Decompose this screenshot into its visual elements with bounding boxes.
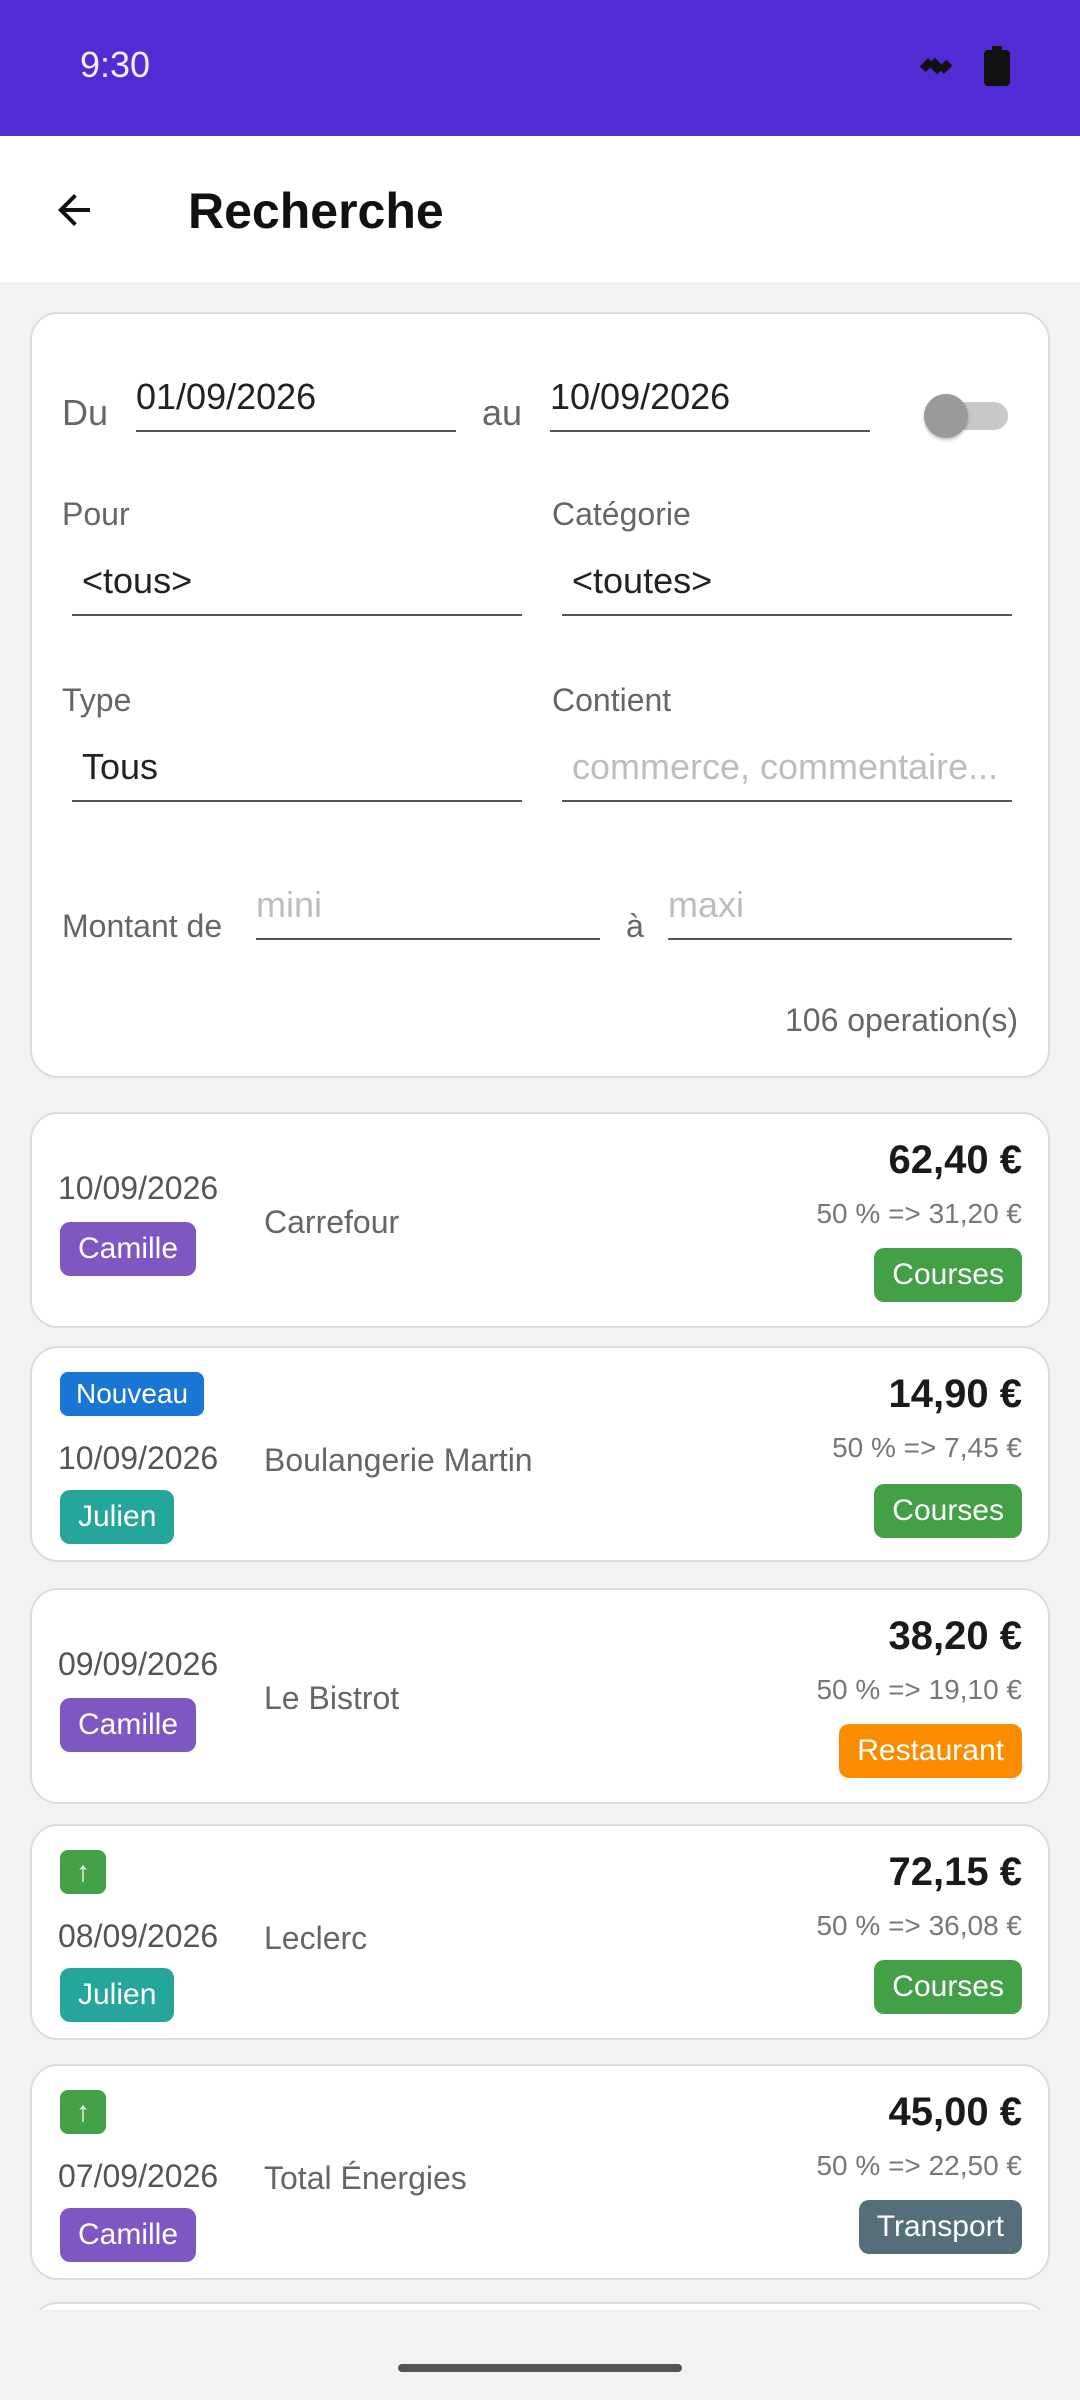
app-bar: Recherche (0, 136, 1080, 282)
category-badge: Courses (874, 1960, 1022, 2014)
category-badge: Transport (858, 2200, 1022, 2254)
operation-row[interactable]: Nouveau 10/09/2026 Julien Boulangerie Ma… (30, 1346, 1050, 1562)
operation-shop: Boulangerie Martin (264, 1442, 533, 1478)
person-badge: Camille (60, 1698, 197, 1752)
category-select[interactable]: <toutes> (562, 554, 1012, 616)
arrow-left-icon (58, 194, 90, 226)
status-time: 9:30 (80, 44, 151, 85)
operation-share: 50 % => 22,50 € (816, 2150, 1022, 2181)
for-label: Pour (62, 496, 130, 532)
operation-amount: 62,40 € (888, 1138, 1022, 1182)
operation-date: 07/09/2026 (58, 2158, 219, 2194)
operation-amount: 38,20 € (888, 1614, 1022, 1658)
operation-amount: 14,90 € (888, 1372, 1022, 1416)
to-label: au (482, 392, 523, 433)
operation-amount: 72,15 € (888, 1850, 1022, 1894)
amount-to-label: à (626, 908, 644, 944)
operation-row[interactable]: ↑ 08/09/2026 Julien Leclerc 72,15 € 50 %… (30, 1824, 1050, 2040)
category-label: Catégorie (552, 496, 691, 532)
amount-label: Montant de (62, 908, 223, 944)
operation-row[interactable]: ↑ 07/09/2026 Camille Total Énergies 45,0… (30, 2064, 1050, 2280)
person-badge: Camille (60, 1222, 197, 1276)
operation-row[interactable]: 10/09/2026 Camille Carrefour 62,40 € 50 … (30, 1112, 1050, 1328)
contains-label: Contient (552, 682, 672, 718)
battery-icon (984, 46, 1010, 91)
filters-card: Du 01/09/2026 au 10/09/2026 Pour <tous> … (30, 312, 1050, 1078)
operation-share: 50 % => 36,08 € (816, 1910, 1022, 1941)
operation-share: 50 % => 19,10 € (816, 1674, 1022, 1705)
operation-share: 50 % => 7,45 € (832, 1432, 1022, 1463)
up-arrow-icon: ↑ (60, 2090, 106, 2134)
amount-min-input[interactable]: mini (256, 878, 600, 940)
type-select[interactable]: Tous (72, 740, 522, 802)
operation-shop: Leclerc (264, 1920, 368, 1956)
date-filter-toggle[interactable] (910, 388, 1022, 442)
operation-shop: Le Bistrot (264, 1680, 400, 1716)
operation-date: 08/09/2026 (58, 1918, 219, 1954)
back-button[interactable] (44, 180, 104, 240)
category-badge: Courses (874, 1248, 1022, 1302)
for-select[interactable]: <tous> (72, 554, 522, 616)
person-badge: Julien (60, 1490, 175, 1544)
home-indicator[interactable] (398, 2364, 682, 2372)
amount-max-input[interactable]: maxi (668, 878, 1012, 940)
result-count: 106 operation(s) (784, 1002, 1018, 1038)
operation-date: 10/09/2026 (58, 1440, 219, 1476)
contains-input[interactable]: commerce, commentaire... (562, 740, 1012, 802)
person-badge: Camille (60, 2208, 197, 2262)
operation-date: 10/09/2026 (58, 1170, 219, 1206)
new-badge: Nouveau (60, 1372, 205, 1416)
operation-amount: 45,00 € (888, 2090, 1022, 2134)
type-label: Type (62, 682, 132, 718)
page-title: Recherche (188, 183, 444, 239)
from-date-field[interactable]: 01/09/2026 (136, 370, 456, 432)
operation-date: 09/09/2026 (58, 1646, 219, 1682)
category-badge: Courses (874, 1484, 1022, 1538)
from-label: Du (62, 392, 109, 433)
person-badge: Julien (60, 1968, 175, 2022)
up-arrow-icon: ↑ (60, 1850, 106, 1894)
operation-shop: Carrefour (264, 1204, 400, 1240)
operation-row[interactable]: 09/09/2026 Camille Le Bistrot 38,20 € 50… (30, 1588, 1050, 1804)
status-bar: 9:30 (0, 0, 1080, 136)
category-badge: Restaurant (839, 1724, 1022, 1778)
operation-share: 50 % => 31,20 € (816, 1198, 1022, 1229)
operation-shop: Total Énergies (264, 2160, 467, 2196)
satellite-icon (916, 46, 956, 91)
to-date-field[interactable]: 10/09/2026 (550, 370, 870, 432)
